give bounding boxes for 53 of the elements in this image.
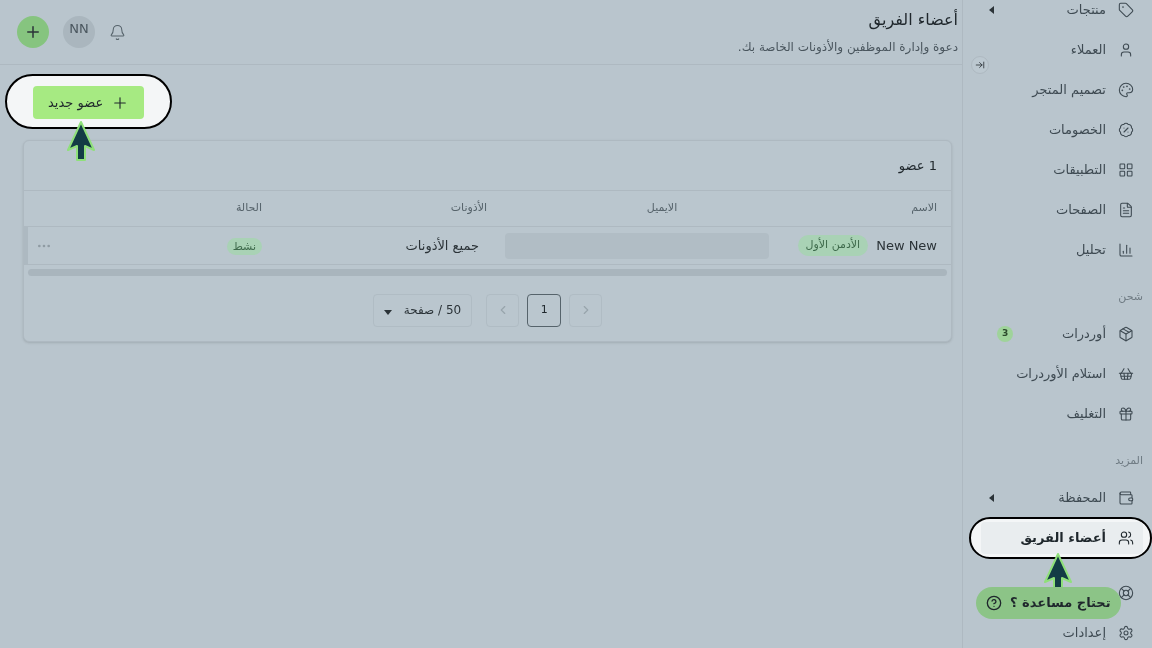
column-header: الايميل <box>646 200 678 217</box>
sidebar-item[interactable]: التطبيقات <box>981 158 1143 182</box>
add-button[interactable] <box>17 16 49 48</box>
pointer-arrow <box>66 120 96 162</box>
document-icon <box>1118 202 1134 218</box>
table-cell-text: جميع الأذونات <box>404 236 480 256</box>
table-cell-text: New New <box>876 236 937 255</box>
status-tag: نشط <box>226 237 262 255</box>
sidebar-item[interactable]: تحليل <box>981 238 1143 262</box>
new-member-button[interactable]: عضو جديد <box>33 86 145 119</box>
sidebar-item[interactable]: التغليف <box>981 402 1143 426</box>
page-button[interactable]: 1 <box>527 293 562 327</box>
sidebar-item[interactable]: تصميم المتجر <box>981 78 1143 102</box>
page-size-select[interactable]: 50 / صفحة <box>372 293 473 327</box>
settings-icon <box>1118 625 1134 641</box>
sidebar-item[interactable]: إعدادات <box>981 621 1143 645</box>
sidebar-item[interactable]: أعضاء الفريق <box>981 522 1143 554</box>
user-icon <box>1118 42 1134 58</box>
sidebar-item[interactable]: منتجات <box>981 0 1143 22</box>
plus-icon <box>24 23 42 41</box>
percent-badge-icon <box>1118 122 1134 138</box>
sidebar-item[interactable]: المحفظة <box>981 486 1143 510</box>
sidebar-item[interactable]: استلام الأوردرات <box>981 362 1143 386</box>
wallet-icon <box>1118 490 1134 506</box>
column-header: الحالة <box>234 200 262 217</box>
notification-bell-icon[interactable] <box>109 23 126 41</box>
grid-icon <box>1118 162 1134 178</box>
sidebar-section-heading: المزيد <box>1115 452 1143 469</box>
column-header: الاسم <box>910 200 937 217</box>
page-title: أعضاء الفريق <box>867 8 958 32</box>
column-header: الأذونات <box>449 200 487 217</box>
users-icon <box>1118 530 1134 546</box>
box-icon <box>1118 326 1134 342</box>
collapse-sidebar-button[interactable] <box>971 56 989 74</box>
role-tag: الأدمن الأول <box>797 235 869 256</box>
sidebar-section-heading: شحن <box>1118 288 1143 305</box>
user-avatar[interactable]: NN <box>63 16 95 48</box>
lifebuoy-icon[interactable] <box>1118 585 1134 601</box>
help-button[interactable]: تحتاج مساعدة ؟ <box>976 587 1121 619</box>
dropdown-caret-icon <box>383 309 392 315</box>
count-badge: 3 <box>997 326 1013 342</box>
page-subtitle: دعوة وإدارة الموظفين والأذونات الخاصة بك. <box>737 38 958 56</box>
basket-icon <box>1118 366 1134 382</box>
tag-icon <box>1118 2 1134 18</box>
help-icon <box>986 595 1002 611</box>
collapse-icon <box>975 60 985 70</box>
sidebar-item[interactable]: العملاء <box>981 38 1143 62</box>
bar-chart-icon <box>1118 242 1134 258</box>
member-count: 1 عضو <box>898 156 937 176</box>
sidebar-item[interactable]: الخصومات <box>981 118 1143 142</box>
palette-icon <box>1118 82 1134 98</box>
gift-icon <box>1118 406 1134 422</box>
sidebar-item[interactable]: الصفحات <box>981 198 1143 222</box>
